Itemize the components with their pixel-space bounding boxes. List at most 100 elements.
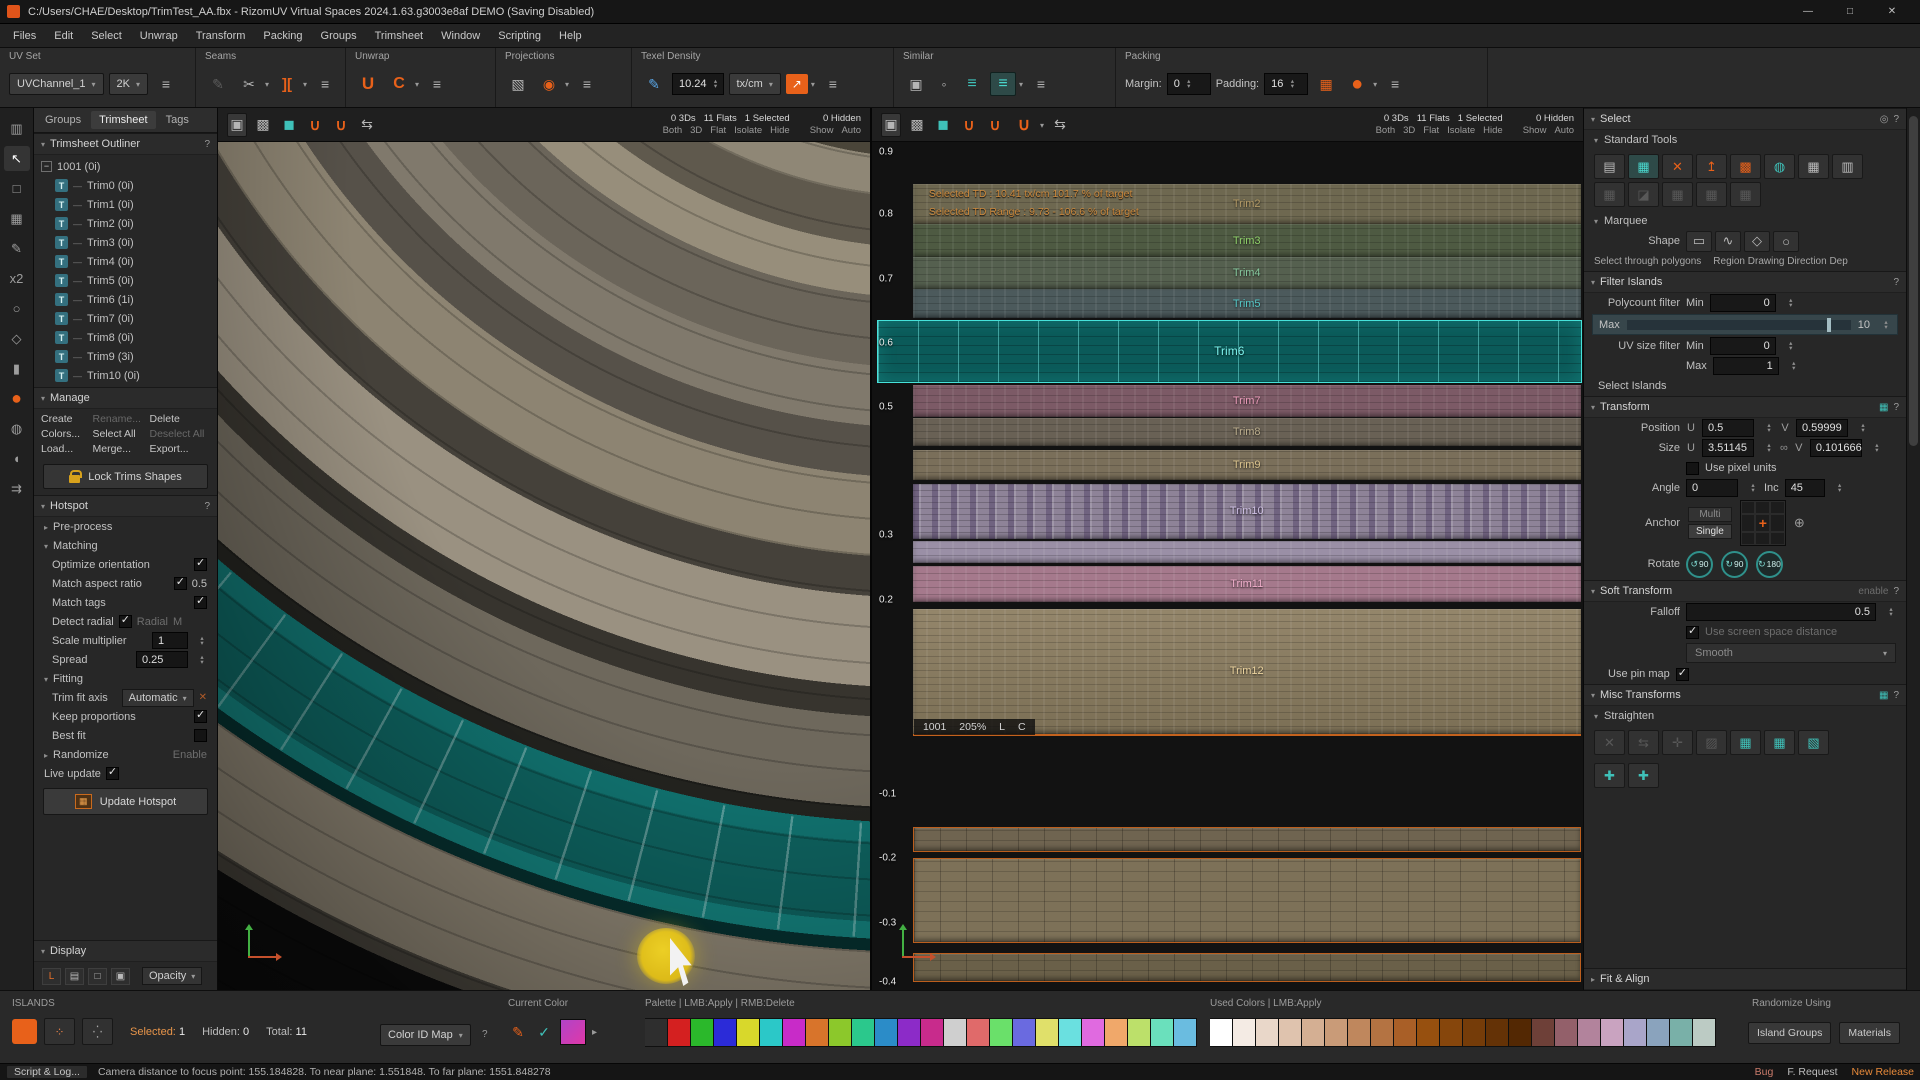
palette-swatch[interactable] [852, 1018, 875, 1047]
tree-item[interactable]: T Trim3 (0i) [34, 233, 217, 252]
used-color-swatch[interactable] [1624, 1018, 1647, 1047]
live-update-checkbox[interactable] [106, 767, 119, 780]
manage-button[interactable]: Colors... [41, 428, 91, 440]
opacity-dropdown[interactable]: Opacity [142, 967, 202, 985]
margin-field[interactable]: 0 [1167, 73, 1211, 95]
palette-swatch[interactable] [760, 1018, 783, 1047]
viewport-3d[interactable]: ▣ ▩ ◼ ∪ ∪ ⇆ 0 3Ds11 Flats1 Selected Both… [218, 108, 870, 990]
uv-channel-dropdown[interactable]: UVChannel_1 [9, 73, 104, 95]
manage-button[interactable]: Rename... [93, 413, 148, 425]
size-u-field[interactable]: 3.51145 [1702, 439, 1754, 457]
stepper-icon[interactable] [1748, 483, 1758, 493]
anchor-target-icon[interactable]: ⊕ [1794, 515, 1805, 531]
menu-item[interactable]: Scripting [489, 24, 550, 48]
keep-proportions-checkbox[interactable] [194, 710, 207, 723]
update-hotspot-button[interactable]: ▦ Update Hotspot [43, 788, 208, 815]
palette-swatch[interactable] [1105, 1018, 1128, 1047]
used-color-swatch[interactable] [1509, 1018, 1532, 1047]
select-through-label[interactable]: Select through polygons [1594, 256, 1701, 267]
magnet-icon[interactable]: ∪ [305, 113, 325, 137]
tree-item[interactable]: T Trim9 (3i) [34, 347, 217, 366]
uvsize-min-field[interactable]: 0 [1710, 337, 1776, 355]
islands-gray-view-icon[interactable]: ⁛ [82, 1018, 113, 1045]
pelt-tool-icon[interactable]: ◖ [4, 446, 30, 471]
chevron-down-icon[interactable] [1040, 119, 1044, 131]
uvsize-max-field[interactable]: 1 [1713, 357, 1779, 375]
palette-swatch[interactable] [783, 1018, 806, 1047]
stepper-icon[interactable] [197, 636, 207, 646]
polycount-min-field[interactable]: 0 [1710, 294, 1776, 312]
help-icon[interactable]: ? [204, 501, 210, 512]
menu-item[interactable]: Packing [254, 24, 311, 48]
optimize-orientation-checkbox[interactable] [194, 558, 207, 571]
islands-orange-view-icon[interactable]: ⁘ [44, 1018, 75, 1045]
ellipse-tool-icon[interactable]: ○ [4, 296, 30, 321]
uv-trim-strip[interactable]: Trim9 [913, 450, 1581, 481]
stepper-icon[interactable] [1858, 423, 1868, 433]
palette-swatch[interactable] [829, 1018, 852, 1047]
marquee-ellipse-icon[interactable]: ○ [1773, 231, 1799, 252]
uv-trim-strip[interactable]: Trim6 [878, 321, 1581, 382]
tool-copy-icon[interactable]: ▩ [1730, 154, 1761, 179]
used-color-swatch[interactable] [1394, 1018, 1417, 1047]
projection-dot-icon[interactable]: ◉ [536, 72, 562, 96]
minimize-button[interactable]: — [1787, 0, 1829, 23]
transform-header[interactable]: Transform ▦? [1584, 396, 1906, 418]
magnet-dot-icon[interactable]: ∪ [985, 113, 1005, 137]
uv-trim-strip[interactable] [913, 827, 1581, 852]
stepper-icon[interactable] [1764, 423, 1774, 433]
lock-trims-button[interactable]: Lock Trims Shapes [43, 464, 208, 489]
marquee-lasso-icon[interactable]: ∿ [1715, 231, 1741, 252]
position-u-field[interactable]: 0.5 [1702, 419, 1754, 437]
palette-swatch[interactable] [737, 1018, 760, 1047]
region-drawing-label[interactable]: Region Drawing Direction Dep [1713, 256, 1848, 267]
anchor-center-icon[interactable]: + [1755, 514, 1770, 532]
smooth-dropdown[interactable]: Smooth [1686, 643, 1896, 663]
manage-button[interactable]: Delete [150, 413, 211, 425]
left-tab[interactable]: Trimsheet [91, 111, 156, 129]
link-icon[interactable]: ∞ [1780, 442, 1788, 454]
straighten-distribute-icon[interactable]: ⇆ [1628, 730, 1659, 755]
manage-button[interactable]: Load... [41, 443, 91, 455]
used-color-swatch[interactable] [1256, 1018, 1279, 1047]
show-button[interactable]: Show [810, 126, 834, 136]
tool-grid2-icon[interactable]: ▦ [1798, 154, 1829, 179]
unwrap-options-icon[interactable]: ≡ [424, 72, 450, 96]
soft-enable-label[interactable]: enable [1858, 586, 1888, 597]
anchor-single-button[interactable]: Single [1688, 524, 1732, 539]
menu-item[interactable]: Edit [45, 24, 82, 48]
grid-stamp-icon[interactable]: ▦ [4, 206, 30, 231]
used-color-swatch[interactable] [1440, 1018, 1463, 1047]
uv-trim-strip[interactable] [913, 858, 1581, 944]
tree-item[interactable]: T Trim2 (0i) [34, 214, 217, 233]
tool-world-icon[interactable]: ◍ [1764, 154, 1795, 179]
scale-multiplier-field[interactable]: 1 [152, 632, 188, 649]
bug-link[interactable]: Bug [1755, 1066, 1774, 1078]
packing-options-icon[interactable]: ≡ [1382, 72, 1408, 96]
both-button[interactable]: Both [1376, 126, 1396, 136]
tree-item[interactable]: T Trim6 (1i) [34, 290, 217, 309]
palette-swatch[interactable] [806, 1018, 829, 1047]
menu-item[interactable]: Groups [312, 24, 366, 48]
detect-radial-checkbox[interactable] [119, 615, 132, 628]
stepper-icon[interactable] [1835, 483, 1845, 493]
stepper-icon[interactable] [197, 655, 207, 665]
grid-icon[interactable]: ▦ [1879, 690, 1888, 701]
uv-trim-strip[interactable] [913, 541, 1581, 563]
checker-icon[interactable]: ▩ [253, 113, 273, 137]
texel-apply-icon[interactable]: ↗ [786, 74, 808, 94]
mirror-tool-icon[interactable]: ⇉ [4, 476, 30, 501]
used-color-swatch[interactable] [1302, 1018, 1325, 1047]
sphere-tool-icon[interactable]: ◍ [4, 416, 30, 441]
pin-map-checkbox[interactable] [1676, 668, 1689, 681]
tree-expander-icon[interactable] [41, 161, 52, 172]
map-size-dropdown[interactable]: 2K [109, 73, 148, 95]
menu-item[interactable]: Transform [187, 24, 255, 48]
new-release-link[interactable]: New Release [1852, 1066, 1914, 1078]
stepper-icon[interactable] [1786, 341, 1796, 351]
materials-button[interactable]: Materials [1839, 1022, 1900, 1044]
clear-icon[interactable]: ✕ [199, 692, 207, 703]
stepper-icon[interactable] [1287, 79, 1297, 89]
straighten-hatch-icon[interactable]: ▨ [1696, 730, 1727, 755]
help-icon[interactable]: ? [1893, 277, 1899, 288]
